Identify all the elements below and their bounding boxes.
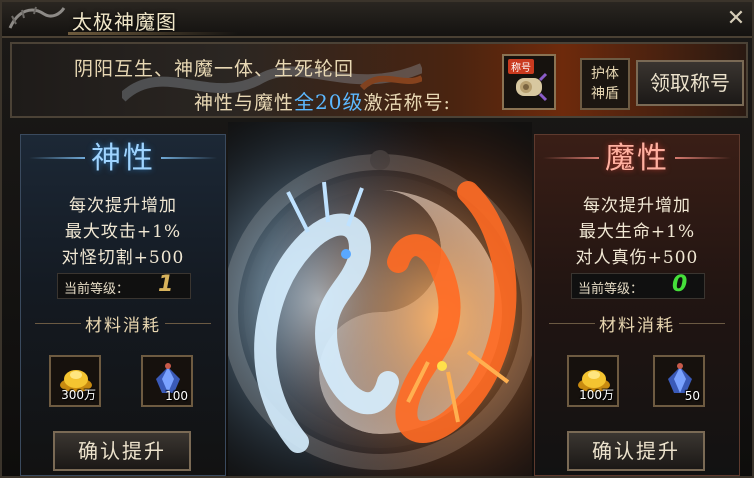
divine-gold-slot[interactable]: 300万 — [49, 355, 101, 407]
window-title: 太极神魔图 — [72, 10, 177, 34]
header-ornament — [29, 157, 85, 159]
divine-gem-count: 100 — [165, 389, 188, 403]
divine-panel: 神性 每次提升增加 最大攻击+1% 对怪切割+500 当前等级： 1 材料消耗 … — [20, 134, 226, 476]
divider — [165, 323, 211, 324]
divine-gold-count: 300万 — [61, 388, 96, 402]
close-button[interactable]: ✕ — [722, 5, 750, 33]
dragon-ornament-icon — [8, 6, 66, 29]
demon-gold-slot[interactable]: 100万 — [567, 355, 619, 407]
shield-title-item[interactable]: 护体 神盾 — [580, 58, 630, 110]
requirement-prefix: 神性与魔性 — [194, 92, 295, 114]
divine-header: 神性 — [21, 135, 225, 183]
divine-gem-slot[interactable]: 100 — [141, 355, 193, 407]
close-icon[interactable]: ✕ — [727, 6, 745, 31]
demon-header: 魔性 — [535, 135, 739, 183]
shield-label-1: 护体 — [591, 66, 619, 82]
requirement-level: 全20级 — [294, 90, 364, 114]
divine-confirm-button[interactable]: 确认提升 — [53, 431, 191, 471]
divine-stat-cut: 对怪切割+500 — [61, 248, 185, 268]
demon-stat-intro: 每次提升增加 — [583, 196, 691, 216]
shield-label-2: 神盾 — [591, 86, 619, 102]
demon-level-box: 当前等级： 0 — [571, 272, 705, 299]
divine-title: 神性 — [91, 141, 155, 176]
demon-gem-count: 50 — [684, 389, 700, 403]
header-ornament — [543, 157, 599, 159]
level-label: 当前等级： — [64, 282, 130, 297]
requirement-suffix: 激活称号: — [363, 92, 451, 114]
title-item-slot[interactable]: 称号 — [502, 54, 556, 110]
banner-slogan: 阴阳互生、神魔一体、生死轮回 — [74, 58, 355, 80]
title-bar[interactable]: 太极神魔图 ✕ — [2, 2, 752, 38]
demon-confirm-button[interactable]: 确认提升 — [567, 431, 705, 471]
taiji-window: 太极神魔图 ✕ 阴阳互生、神魔一体、生死轮回 神性与魔性全20级激活称号: 称号… — [0, 0, 754, 478]
scroll-icon — [516, 72, 548, 102]
divider — [679, 323, 725, 324]
divine-level-box: 当前等级： 1 — [57, 272, 191, 299]
divine-level-value: 1 — [158, 272, 174, 297]
divine-stat-intro: 每次提升增加 — [69, 196, 177, 216]
demon-panel: 魔性 每次提升增加 最大生命+1% 对人真伤+500 当前等级： 0 材料消耗 … — [534, 134, 740, 476]
header-ornament — [675, 157, 731, 159]
demon-gem-slot[interactable]: 50 — [653, 355, 705, 407]
title-underline — [68, 32, 238, 35]
demon-title: 魔性 — [605, 141, 669, 176]
demon-gold-count: 100万 — [579, 388, 614, 402]
title-reward-banner: 阴阳互生、神魔一体、生死轮回 神性与魔性全20级激活称号: 称号 护体 神盾 领… — [10, 42, 748, 118]
level-label: 当前等级： — [578, 282, 644, 297]
demon-level-value: 0 — [672, 272, 688, 297]
banner-requirement: 神性与魔性全20级激活称号: — [194, 86, 451, 115]
demon-stat-hp: 最大生命+1% — [578, 222, 696, 242]
demon-stat-true-damage: 对人真伤+500 — [575, 248, 699, 268]
claim-title-button[interactable]: 领取称号 — [636, 60, 744, 106]
header-ornament — [161, 157, 217, 159]
divine-stat-attack: 最大攻击+1% — [64, 222, 182, 242]
yinyang-dragons-icon — [228, 122, 532, 476]
